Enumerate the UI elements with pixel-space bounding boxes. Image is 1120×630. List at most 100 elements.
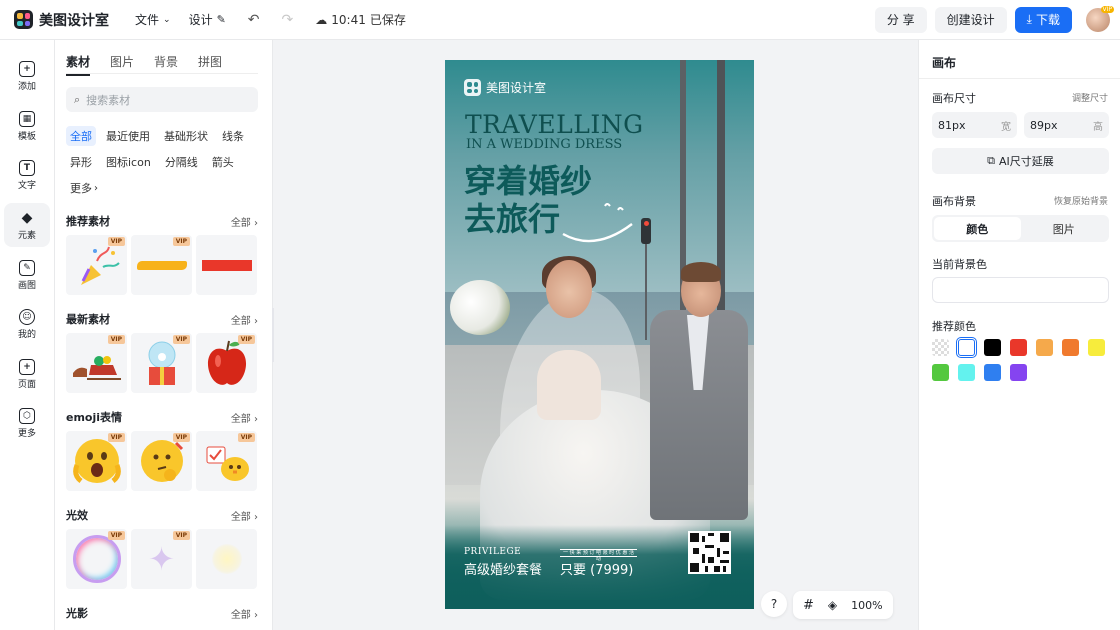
color-swatch[interactable] bbox=[956, 337, 977, 358]
asset-red-rectangle[interactable] bbox=[196, 235, 257, 295]
vip-tag: VIP bbox=[107, 531, 125, 540]
asset-snow-globe-gift[interactable]: VIP bbox=[131, 333, 192, 393]
poster-canvas[interactable]: 美图设计室 TRAVELLING IN A WEDDING DRESS 穿着婚纱… bbox=[445, 60, 754, 609]
left-nav: + 添加 ▦ 模板 T 文字 ◆ 元素 ✎ 画图 ☺ 我的 + 页面 ⬡ 更多 bbox=[0, 40, 55, 630]
asset-shocked-emoji[interactable]: VIP bbox=[66, 431, 127, 491]
color-swatch[interactable] bbox=[932, 339, 949, 356]
restore-bg-link[interactable]: 恢复原始背景 bbox=[1054, 194, 1108, 207]
chip-irregular[interactable]: 异形 bbox=[66, 152, 96, 172]
utility-pole bbox=[717, 60, 725, 350]
brush-stroke-shape bbox=[136, 260, 187, 270]
glow-shape bbox=[211, 544, 242, 574]
seg-image[interactable]: 图片 bbox=[1021, 217, 1108, 240]
help-button[interactable]: ? bbox=[761, 591, 787, 617]
color-swatch[interactable] bbox=[1036, 339, 1053, 356]
download-button[interactable]: ⤓ 下载 bbox=[1014, 6, 1072, 33]
nav-more[interactable]: ⬡ 更多 bbox=[4, 401, 50, 445]
undo-icon[interactable]: ↶ bbox=[248, 12, 260, 28]
grid-icon[interactable]: # bbox=[803, 598, 814, 613]
canvas-toolbox: # ◈ 100% bbox=[793, 591, 893, 619]
avatar[interactable]: VIP bbox=[1086, 5, 1114, 32]
menu-design[interactable]: 设计 ✎ bbox=[189, 11, 226, 28]
asset-glow-light[interactable] bbox=[196, 529, 257, 589]
ai-resize-button[interactable]: ⧉ AI尺寸延展 bbox=[932, 148, 1109, 174]
color-swatch[interactable] bbox=[958, 364, 975, 381]
asset-reindeer-sleigh[interactable]: VIP bbox=[66, 333, 127, 393]
see-all-link[interactable]: 全部 › bbox=[231, 508, 258, 523]
menu-design-label: 设计 bbox=[188, 13, 213, 27]
chip-basic-shapes[interactable]: 基础形状 bbox=[160, 126, 212, 146]
asset-party-popper[interactable]: VIP bbox=[66, 235, 127, 295]
chip-all[interactable]: 全部 bbox=[66, 126, 96, 146]
nav-template[interactable]: ▦ 模板 bbox=[4, 104, 50, 148]
app-logo[interactable]: 美图设计室 bbox=[14, 10, 109, 30]
asset-red-apple[interactable]: VIP bbox=[196, 333, 257, 393]
nav-page[interactable]: + 页面 bbox=[4, 352, 50, 396]
section-title: 光影 bbox=[66, 607, 88, 620]
see-all-link[interactable]: 全部 › bbox=[231, 312, 258, 327]
vip-tag: VIP bbox=[172, 531, 190, 540]
nav-more-label: 更多 bbox=[17, 428, 36, 439]
vip-tag: VIP bbox=[107, 237, 125, 246]
create-design-button[interactable]: 创建设计 bbox=[934, 6, 1007, 33]
width-field[interactable]: 81px 宽 bbox=[932, 112, 1017, 138]
section-title: 光效 bbox=[66, 509, 88, 522]
seg-color[interactable]: 颜色 bbox=[934, 217, 1021, 240]
edit-icon: ✎ bbox=[216, 13, 226, 26]
nav-draw[interactable]: ✎ 画图 bbox=[4, 253, 50, 297]
poster-brand: 美图设计室 bbox=[464, 79, 546, 96]
nav-mine[interactable]: ☺ 我的 bbox=[4, 302, 50, 346]
nav-element[interactable]: ◆ 元素 bbox=[4, 203, 50, 247]
height-field[interactable]: 89px 高 bbox=[1024, 112, 1109, 138]
share-button[interactable]: 分 享 bbox=[874, 6, 927, 33]
menu-file[interactable]: 文件 ⌄ bbox=[135, 11, 171, 28]
current-color-swatch bbox=[936, 281, 1105, 299]
snow-globe-icon bbox=[148, 341, 175, 385]
see-all-label: 全部 bbox=[230, 217, 251, 229]
nav-draw-label: 画图 bbox=[17, 280, 36, 291]
asset-yellow-brush-stroke[interactable]: VIP bbox=[131, 235, 192, 295]
color-swatch[interactable] bbox=[1010, 339, 1027, 356]
search-input[interactable]: ⌕ 搜索素材 bbox=[66, 87, 258, 112]
see-all-link[interactable]: 全部 › bbox=[231, 410, 258, 425]
resize-link[interactable]: 调整尺寸 bbox=[1072, 91, 1108, 104]
top-actions: 分 享 创建设计 ⤓ 下载 VIP bbox=[874, 5, 1114, 33]
app-name: 美图设计室 bbox=[39, 12, 109, 29]
color-swatch[interactable] bbox=[984, 364, 1001, 381]
color-swatch[interactable] bbox=[932, 364, 949, 381]
poster-privilege: PRIVILEGE bbox=[464, 547, 522, 557]
poster-package: 高级婚纱套餐 bbox=[464, 563, 543, 578]
chip-dividers[interactable]: 分隔线 bbox=[161, 152, 202, 172]
chip-icons[interactable]: 图标icon bbox=[102, 152, 155, 172]
asset-chick-emoji[interactable]: VIP bbox=[196, 431, 257, 491]
asset-sparkle-star[interactable]: ✦ VIP bbox=[131, 529, 192, 589]
nav-add[interactable]: + 添加 bbox=[4, 54, 50, 98]
chip-lines[interactable]: 线条 bbox=[218, 126, 248, 146]
see-all-label: 全部 bbox=[230, 413, 251, 425]
see-all-link[interactable]: 全部 › bbox=[231, 214, 258, 229]
ai-resize-icon: ⧉ bbox=[987, 154, 996, 167]
shocked-emoji-icon bbox=[72, 439, 121, 483]
asset-thinking-emoji[interactable]: VIP bbox=[131, 431, 192, 491]
element-icon: ◆ bbox=[21, 209, 33, 226]
chip-recent[interactable]: 最近使用 bbox=[102, 126, 154, 146]
nav-text[interactable]: T 文字 bbox=[4, 153, 50, 197]
zoom-level[interactable]: 100% bbox=[851, 599, 882, 612]
color-swatch[interactable] bbox=[984, 339, 1001, 356]
redo-icon[interactable]: ↷ bbox=[282, 12, 294, 28]
apple-icon bbox=[207, 340, 246, 385]
chip-arrows[interactable]: 箭头 bbox=[208, 152, 238, 172]
current-color-field[interactable] bbox=[932, 277, 1109, 303]
color-swatch[interactable] bbox=[1062, 339, 1079, 356]
color-swatches bbox=[932, 337, 1112, 381]
asset-bubble-ring[interactable]: VIP bbox=[66, 529, 127, 589]
see-all-link[interactable]: 全部 › bbox=[231, 606, 258, 621]
plus-icon: + bbox=[19, 60, 35, 77]
more-icon: ⬡ bbox=[19, 407, 35, 424]
bouquet bbox=[450, 280, 510, 335]
panel-title: 画布 bbox=[932, 56, 957, 70]
color-swatch[interactable] bbox=[1088, 339, 1105, 356]
chip-more[interactable]: 更多 › bbox=[66, 178, 102, 198]
color-swatch[interactable] bbox=[1010, 364, 1027, 381]
layers-icon[interactable]: ◈ bbox=[828, 598, 837, 612]
